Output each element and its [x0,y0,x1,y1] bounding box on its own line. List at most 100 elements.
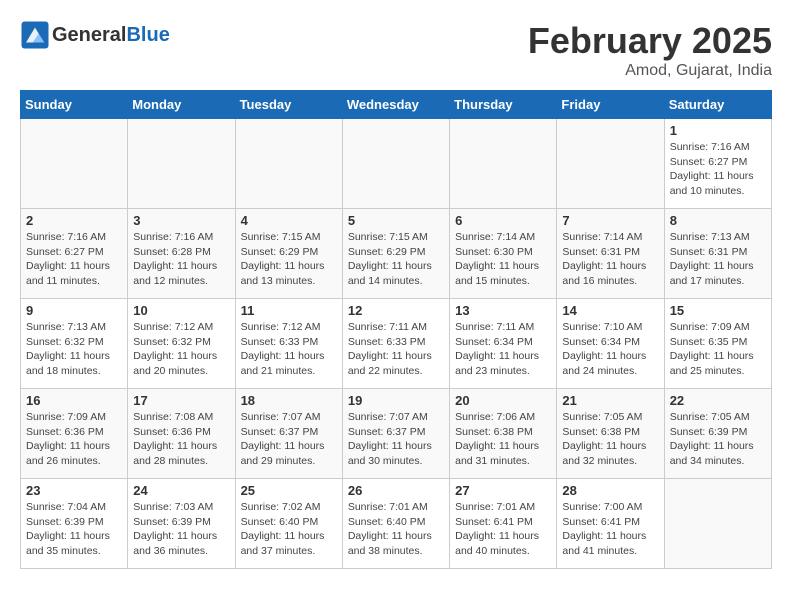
weekday-header-sunday: Sunday [21,91,128,119]
day-number: 11 [241,303,337,318]
calendar-cell: 13 Sunrise: 7:11 AM Sunset: 6:34 PM Dayli… [450,299,557,389]
title-block: February 2025 Amod, Gujarat, India [528,20,772,80]
calendar-cell: 3 Sunrise: 7:16 AM Sunset: 6:28 PM Daylig… [128,209,235,299]
day-info: Sunrise: 7:01 AM Sunset: 6:40 PM Dayligh… [348,500,444,559]
calendar-cell: 20Sunrise: 7:06 AM Sunset: 6:38 PM Dayli… [450,389,557,479]
calendar: SundayMondayTuesdayWednesdayThursdayFrid… [20,90,772,569]
day-number: 25 [241,483,337,498]
weekday-header-monday: Monday [128,91,235,119]
location: Amod, Gujarat, India [528,62,772,80]
calendar-cell [557,119,664,209]
day-number: 5 [348,213,444,228]
day-number: 26 [348,483,444,498]
day-number: 22 [670,393,766,408]
month-title: February 2025 [528,20,772,62]
calendar-cell [664,479,771,569]
weekday-header-row: SundayMondayTuesdayWednesdayThursdayFrid… [21,91,772,119]
day-number: 1 [670,123,766,138]
day-info: Sunrise: 7:04 AM Sunset: 6:39 PM Dayligh… [26,500,122,559]
day-info: Sunrise: 7:16 AM Sunset: 6:28 PM Dayligh… [133,230,229,289]
weekday-header-friday: Friday [557,91,664,119]
day-info: Sunrise: 7:13 AM Sunset: 6:32 PM Dayligh… [26,320,122,379]
calendar-cell: 24 Sunrise: 7:03 AM Sunset: 6:39 PM Dayli… [128,479,235,569]
day-number: 27 [455,483,551,498]
calendar-cell: 7Sunrise: 7:14 AM Sunset: 6:31 PM Daylig… [557,209,664,299]
calendar-cell: 28 Sunrise: 7:00 AM Sunset: 6:41 PM Dayli… [557,479,664,569]
day-number: 21 [562,393,658,408]
day-number: 2 [26,213,122,228]
calendar-cell [235,119,342,209]
calendar-cell [342,119,449,209]
day-info: Sunrise: 7:11 AM Sunset: 6:34 PM Dayligh… [455,320,551,379]
day-info: Sunrise: 7:13 AM Sunset: 6:31 PM Dayligh… [670,230,766,289]
weekday-header-saturday: Saturday [664,91,771,119]
calendar-cell: 16 Sunrise: 7:09 AM Sunset: 6:36 PM Dayli… [21,389,128,479]
logo: GeneralBlue [20,20,170,50]
day-info: Sunrise: 7:12 AM Sunset: 6:33 PM Dayligh… [241,320,337,379]
day-number: 4 [241,213,337,228]
weekday-header-wednesday: Wednesday [342,91,449,119]
day-info: Sunrise: 7:12 AM Sunset: 6:32 PM Dayligh… [133,320,229,379]
calendar-week-1: 1 Sunrise: 7:16 AM Sunset: 6:27 PM Daylig… [21,119,772,209]
day-number: 10 [133,303,229,318]
calendar-cell: 18Sunrise: 7:07 AM Sunset: 6:37 PM Dayli… [235,389,342,479]
day-number: 19 [348,393,444,408]
calendar-cell: 26 Sunrise: 7:01 AM Sunset: 6:40 PM Dayli… [342,479,449,569]
calendar-cell: 19 Sunrise: 7:07 AM Sunset: 6:37 PM Dayli… [342,389,449,479]
day-number: 16 [26,393,122,408]
calendar-cell: 12Sunrise: 7:11 AM Sunset: 6:33 PM Dayli… [342,299,449,389]
weekday-header-thursday: Thursday [450,91,557,119]
calendar-cell: 1 Sunrise: 7:16 AM Sunset: 6:27 PM Daylig… [664,119,771,209]
day-number: 3 [133,213,229,228]
day-number: 15 [670,303,766,318]
day-number: 20 [455,393,551,408]
calendar-cell: 15 Sunrise: 7:09 AM Sunset: 6:35 PM Dayli… [664,299,771,389]
calendar-week-5: 23 Sunrise: 7:04 AM Sunset: 6:39 PM Dayli… [21,479,772,569]
calendar-cell: 8Sunrise: 7:13 AM Sunset: 6:31 PM Daylig… [664,209,771,299]
day-number: 13 [455,303,551,318]
calendar-cell: 9 Sunrise: 7:13 AM Sunset: 6:32 PM Daylig… [21,299,128,389]
day-info: Sunrise: 7:09 AM Sunset: 6:35 PM Dayligh… [670,320,766,379]
calendar-cell: 11 Sunrise: 7:12 AM Sunset: 6:33 PM Dayli… [235,299,342,389]
day-info: Sunrise: 7:16 AM Sunset: 6:27 PM Dayligh… [26,230,122,289]
day-info: Sunrise: 7:05 AM Sunset: 6:38 PM Dayligh… [562,410,658,469]
day-number: 18 [241,393,337,408]
calendar-cell: 25 Sunrise: 7:02 AM Sunset: 6:40 PM Dayli… [235,479,342,569]
logo-icon [20,20,50,50]
day-info: Sunrise: 7:16 AM Sunset: 6:27 PM Dayligh… [670,140,766,199]
weekday-header-tuesday: Tuesday [235,91,342,119]
calendar-week-3: 9 Sunrise: 7:13 AM Sunset: 6:32 PM Daylig… [21,299,772,389]
day-number: 23 [26,483,122,498]
day-number: 28 [562,483,658,498]
calendar-cell: 22 Sunrise: 7:05 AM Sunset: 6:39 PM Dayli… [664,389,771,479]
calendar-cell: 5 Sunrise: 7:15 AM Sunset: 6:29 PM Daylig… [342,209,449,299]
calendar-cell: 2 Sunrise: 7:16 AM Sunset: 6:27 PM Daylig… [21,209,128,299]
day-info: Sunrise: 7:01 AM Sunset: 6:41 PM Dayligh… [455,500,551,559]
calendar-cell: 10 Sunrise: 7:12 AM Sunset: 6:32 PM Dayli… [128,299,235,389]
calendar-cell: 14Sunrise: 7:10 AM Sunset: 6:34 PM Dayli… [557,299,664,389]
day-info: Sunrise: 7:15 AM Sunset: 6:29 PM Dayligh… [348,230,444,289]
day-number: 14 [562,303,658,318]
calendar-cell: 6 Sunrise: 7:14 AM Sunset: 6:30 PM Daylig… [450,209,557,299]
calendar-cell: 23 Sunrise: 7:04 AM Sunset: 6:39 PM Dayli… [21,479,128,569]
day-info: Sunrise: 7:15 AM Sunset: 6:29 PM Dayligh… [241,230,337,289]
day-info: Sunrise: 7:09 AM Sunset: 6:36 PM Dayligh… [26,410,122,469]
day-number: 6 [455,213,551,228]
calendar-week-2: 2 Sunrise: 7:16 AM Sunset: 6:27 PM Daylig… [21,209,772,299]
calendar-cell [128,119,235,209]
calendar-cell: 17Sunrise: 7:08 AM Sunset: 6:36 PM Dayli… [128,389,235,479]
day-info: Sunrise: 7:02 AM Sunset: 6:40 PM Dayligh… [241,500,337,559]
calendar-cell: 27 Sunrise: 7:01 AM Sunset: 6:41 PM Dayli… [450,479,557,569]
calendar-cell: 21 Sunrise: 7:05 AM Sunset: 6:38 PM Dayli… [557,389,664,479]
day-number: 9 [26,303,122,318]
day-info: Sunrise: 7:00 AM Sunset: 6:41 PM Dayligh… [562,500,658,559]
calendar-cell: 4 Sunrise: 7:15 AM Sunset: 6:29 PM Daylig… [235,209,342,299]
day-info: Sunrise: 7:14 AM Sunset: 6:31 PM Dayligh… [562,230,658,289]
day-info: Sunrise: 7:11 AM Sunset: 6:33 PM Dayligh… [348,320,444,379]
day-number: 24 [133,483,229,498]
day-info: Sunrise: 7:03 AM Sunset: 6:39 PM Dayligh… [133,500,229,559]
day-info: Sunrise: 7:08 AM Sunset: 6:36 PM Dayligh… [133,410,229,469]
day-info: Sunrise: 7:14 AM Sunset: 6:30 PM Dayligh… [455,230,551,289]
day-info: Sunrise: 7:05 AM Sunset: 6:39 PM Dayligh… [670,410,766,469]
day-info: Sunrise: 7:07 AM Sunset: 6:37 PM Dayligh… [348,410,444,469]
